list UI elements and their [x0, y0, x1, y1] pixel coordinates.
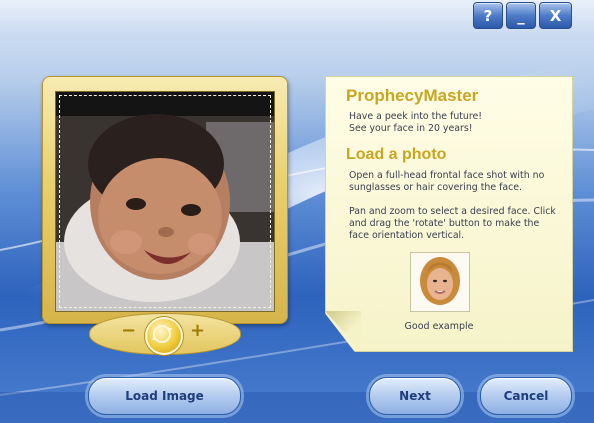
- good-example-image: [410, 252, 470, 312]
- instruction-pan-zoom-rotate: Pan and zoom to select a desired face. C…: [349, 206, 556, 241]
- good-example-caption: Good example: [404, 321, 474, 332]
- minimize-button[interactable]: _: [506, 2, 536, 29]
- section-title: Load a photo: [346, 146, 447, 163]
- cancel-button[interactable]: Cancel: [480, 377, 572, 415]
- rotate-icon: [152, 325, 172, 343]
- photo-frame: [42, 76, 288, 324]
- photo-preview[interactable]: [55, 91, 275, 312]
- close-button[interactable]: X: [539, 2, 572, 29]
- baby-face-image: [56, 92, 274, 311]
- tagline-line-2: See your face in 20 years!: [349, 123, 473, 134]
- next-button[interactable]: Next: [369, 377, 461, 415]
- zoom-out-button[interactable]: −: [121, 322, 136, 340]
- help-button[interactable]: ?: [473, 2, 503, 29]
- zoom-in-button[interactable]: +: [190, 322, 205, 340]
- example-face-image: [411, 253, 469, 311]
- app-title: ProphecyMaster: [346, 86, 479, 105]
- rotate-button[interactable]: [145, 317, 183, 355]
- tagline-line-1: Have a peek into the future!: [349, 111, 483, 122]
- instruction-photo-requirements: Open a full-head frontal face shot with …: [349, 170, 545, 193]
- load-image-button[interactable]: Load Image: [88, 377, 241, 415]
- prophecymaster-window: ? _ X − + ProphecyMaster Have a peek int…: [0, 0, 594, 423]
